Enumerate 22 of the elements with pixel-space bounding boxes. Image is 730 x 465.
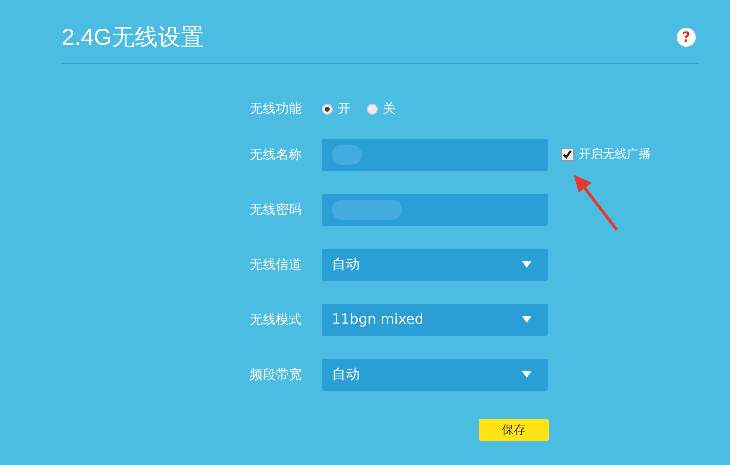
caret-icon (522, 371, 532, 378)
field-label: 无线信道 (250, 256, 303, 274)
annotation-arrow (574, 175, 618, 231)
input-field[interactable] (322, 138, 548, 170)
page-title: 2.4G无线设置 (62, 23, 204, 52)
radio-option[interactable]: 开 (322, 100, 351, 118)
field-label: 无线功能 (250, 101, 303, 118)
field-label: 无线模式 (250, 312, 303, 328)
caret-icon (522, 316, 532, 323)
field-label: 无线密码 (250, 202, 303, 218)
select-field[interactable]: 自动 (322, 358, 548, 390)
select-field[interactable]: 11bgn mixed (322, 304, 548, 336)
select-field[interactable]: 自动 (322, 248, 548, 280)
field-label: 频段带宽 (250, 366, 303, 384)
check-icon (563, 150, 572, 159)
input-field[interactable] (322, 194, 548, 226)
help-button[interactable]: ? (677, 28, 696, 47)
caret-icon (522, 261, 532, 268)
broadcast-checkbox[interactable]: 开启无线广播 (561, 146, 730, 163)
radio-option[interactable]: 关 (367, 100, 396, 118)
save-button[interactable]: 保存 (479, 419, 549, 441)
field-label: 无线名称 (250, 146, 303, 164)
